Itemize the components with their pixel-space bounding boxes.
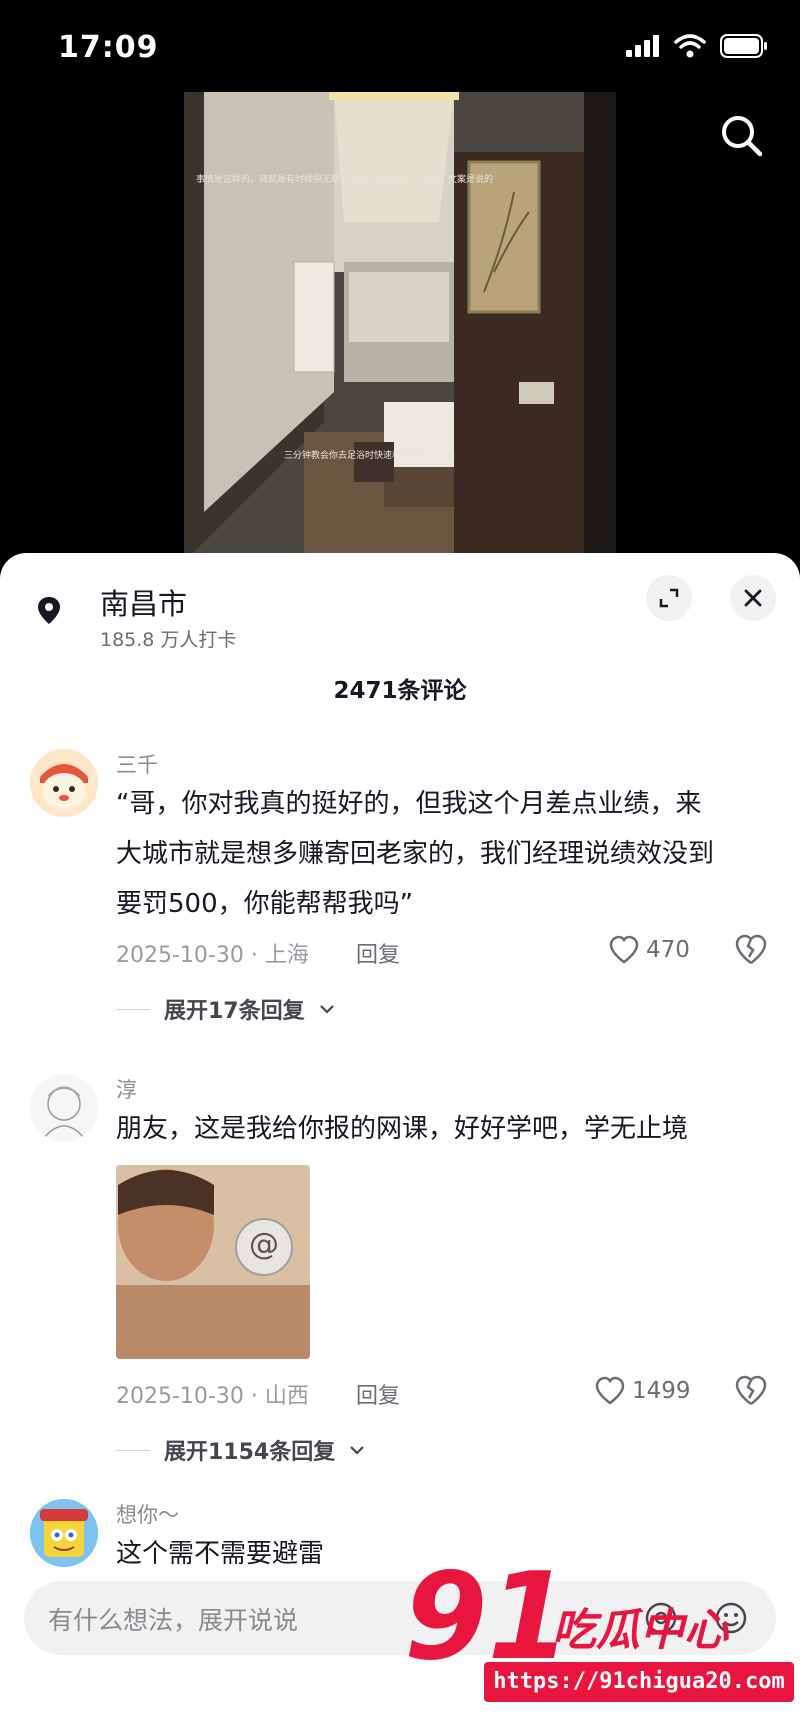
avatar-cartoon-icon — [30, 1499, 98, 1567]
battery-icon — [720, 34, 767, 58]
watermark-logo: 91 吃瓜中心 https://91chigua20.com — [404, 1558, 800, 1732]
avatar[interactable] — [30, 749, 98, 817]
video-frame-scene — [184, 92, 616, 562]
location-name[interactable]: 南昌市 — [100, 581, 187, 623]
heart-icon — [595, 1376, 625, 1405]
broken-heart-icon[interactable] — [734, 933, 768, 967]
chevron-down-icon — [350, 1446, 365, 1455]
like-button[interactable]: 1499 — [594, 1376, 691, 1406]
watermark-name: 吃瓜中心 — [552, 1605, 728, 1656]
comment-count-title: 2471条评论 — [333, 678, 467, 704]
video-caption-mid: 三分钟教会你去足浴时快速和技师拉近关系 — [284, 451, 456, 461]
comment-text: 朋友，这是我给你报的网课，好好学吧，学无止境 — [116, 1104, 776, 1154]
expand-replies-button[interactable]: 展开1154条回复 — [116, 1434, 365, 1466]
status-bar: 17:09 — [0, 0, 800, 90]
expand-label: 展开1154条回复 — [164, 1440, 336, 1465]
like-count: 470 — [646, 937, 690, 963]
comment-image[interactable]: @ — [116, 1165, 310, 1359]
system-icons — [626, 34, 768, 58]
location-checkins: 185.8 万人打卡 — [100, 629, 237, 651]
expand-divider — [116, 1449, 150, 1451]
like-count: 1499 — [632, 1378, 691, 1404]
broken-heart-icon[interactable] — [734, 1374, 768, 1408]
avatar-cartoon-icon — [30, 749, 98, 817]
comment-input-placeholder: 有什么想法，展开说说 — [48, 1606, 299, 1635]
meme-image — [116, 1165, 310, 1359]
location-pin-icon — [38, 597, 60, 624]
reply-button[interactable]: 回复 — [356, 1378, 400, 1410]
expand-panel-button[interactable] — [646, 575, 692, 621]
expand-icon — [659, 588, 679, 608]
signal-icon — [626, 35, 659, 57]
video-caption-top: 事情是这样的，我就是有时候很无聊，就找上去聊聊天，然后，文案是说的 — [196, 175, 494, 185]
comment-text-line: 大城市就是想多赚寄回老家的，我们经理说绩效没到 — [116, 839, 715, 869]
comment-author[interactable]: 三千 — [116, 749, 158, 779]
comment-author[interactable]: 想你～ — [116, 1499, 179, 1529]
comment-date-location: 2025-10-30 · 山西 — [116, 1384, 309, 1409]
avatar[interactable] — [30, 1074, 98, 1142]
close-panel-button[interactable] — [730, 575, 776, 621]
expand-replies-button[interactable]: 展开17条回复 — [116, 993, 335, 1025]
close-icon — [744, 589, 762, 607]
comment-text-line: “哥，你对我真的挺好的，但我这个月差点业绩，来 — [116, 789, 702, 819]
avatar[interactable] — [30, 1499, 98, 1567]
watermark-number: 91 — [404, 1548, 571, 1687]
status-time: 17:09 — [58, 30, 159, 65]
comment-panel: 南昌市 185.8 万人打卡 2471条评论 三千 “哥，你对我真的挺好的，但我… — [0, 553, 800, 1732]
comment-text: “哥，你对我真的挺好的，但我这个月差点业绩，来 大城市就是想多赚寄回老家的，我们… — [116, 779, 776, 929]
reply-button[interactable]: 回复 — [356, 937, 400, 969]
chevron-down-icon — [319, 1005, 334, 1014]
comment-text-line: 要罚500，你能帮帮我吗” — [116, 889, 414, 919]
heart-icon — [609, 935, 639, 964]
wifi-icon — [674, 34, 706, 58]
video-player[interactable]: 事情是这样的，我就是有时候很无聊，就找上去聊聊天，然后，文案是说的 三分钟教会你… — [184, 92, 616, 562]
expand-label: 展开17条回复 — [164, 999, 305, 1024]
comment-text-line: 朋友，这是我给你报的网课，好好学吧，学无止境 — [116, 1114, 689, 1144]
avatar-sketch-icon — [30, 1074, 98, 1142]
expand-divider — [116, 1008, 150, 1010]
watermark-url: https://91chigua20.com — [484, 1662, 794, 1702]
search-icon[interactable] — [718, 112, 766, 160]
image-at-badge: @ — [249, 1227, 279, 1262]
comment-date-location: 2025-10-30 · 上海 — [116, 943, 309, 968]
comment-author[interactable]: 淳 — [116, 1074, 137, 1104]
like-button[interactable]: 470 — [608, 935, 690, 965]
